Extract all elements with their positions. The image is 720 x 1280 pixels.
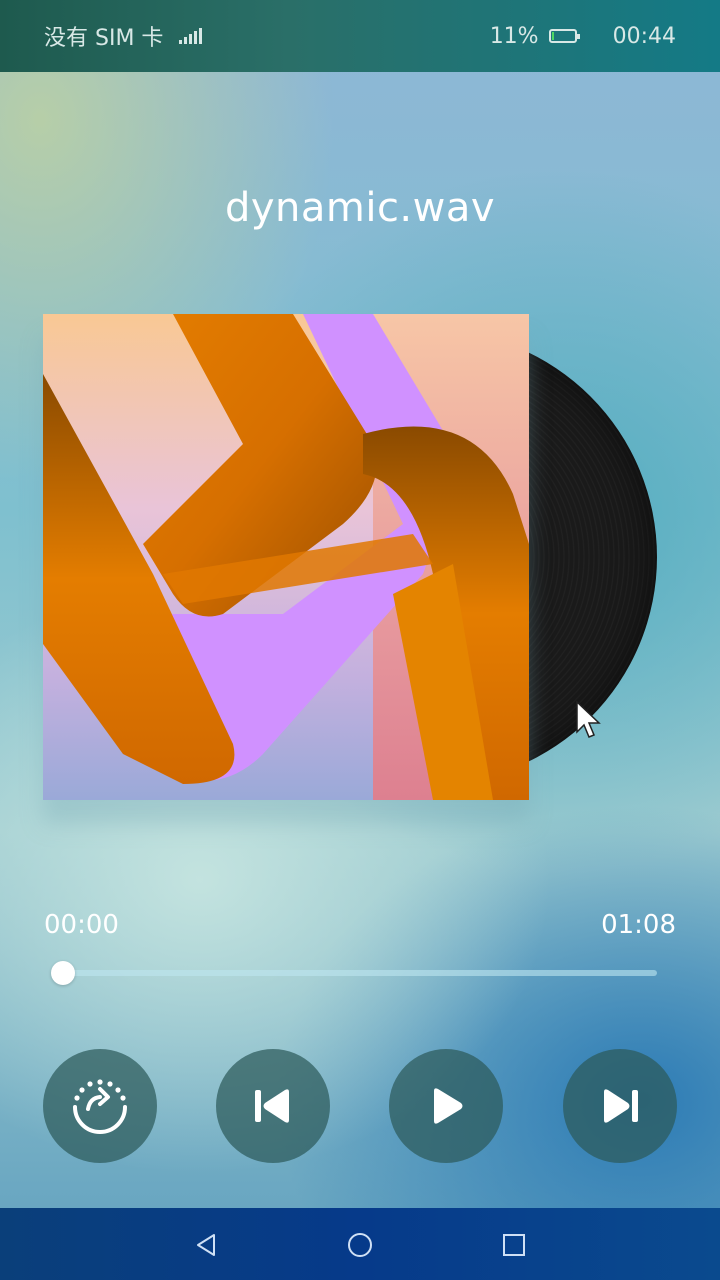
next-button[interactable]: [563, 1049, 677, 1163]
repeat-mode-button[interactable]: [43, 1049, 157, 1163]
skip-next-icon: [604, 1089, 638, 1123]
signal-icon: [179, 28, 203, 44]
progress-thumb[interactable]: [51, 961, 75, 985]
status-bar: 没有 SIM 卡 11% 00:44: [0, 0, 720, 72]
repeat-mode-icon: [73, 1079, 127, 1134]
battery-level: [551, 32, 554, 40]
home-circle-icon[interactable]: [347, 1232, 373, 1258]
previous-button[interactable]: [216, 1049, 330, 1163]
progress-track[interactable]: [63, 970, 657, 976]
battery-percent: 11%: [489, 23, 539, 49]
recents-square-icon[interactable]: [501, 1232, 527, 1258]
album-art: [43, 314, 529, 800]
skip-previous-icon: [255, 1089, 289, 1123]
track-title: dynamic.wav: [224, 185, 496, 231]
status-left: 没有 SIM 卡: [44, 20, 203, 52]
mouse-cursor-icon: [576, 700, 601, 738]
back-triangle-icon[interactable]: [194, 1232, 220, 1258]
total-time: 01:08: [601, 910, 676, 940]
carrier-text: 没有 SIM 卡: [44, 26, 164, 51]
clock: 00:44: [612, 23, 676, 49]
playback-controls: [0, 1049, 720, 1163]
battery-icon: [548, 29, 580, 43]
status-right: 11% 00:44: [490, 24, 676, 49]
play-icon: [434, 1088, 463, 1124]
play-button[interactable]: [389, 1049, 503, 1163]
current-time: 00:00: [44, 910, 119, 940]
